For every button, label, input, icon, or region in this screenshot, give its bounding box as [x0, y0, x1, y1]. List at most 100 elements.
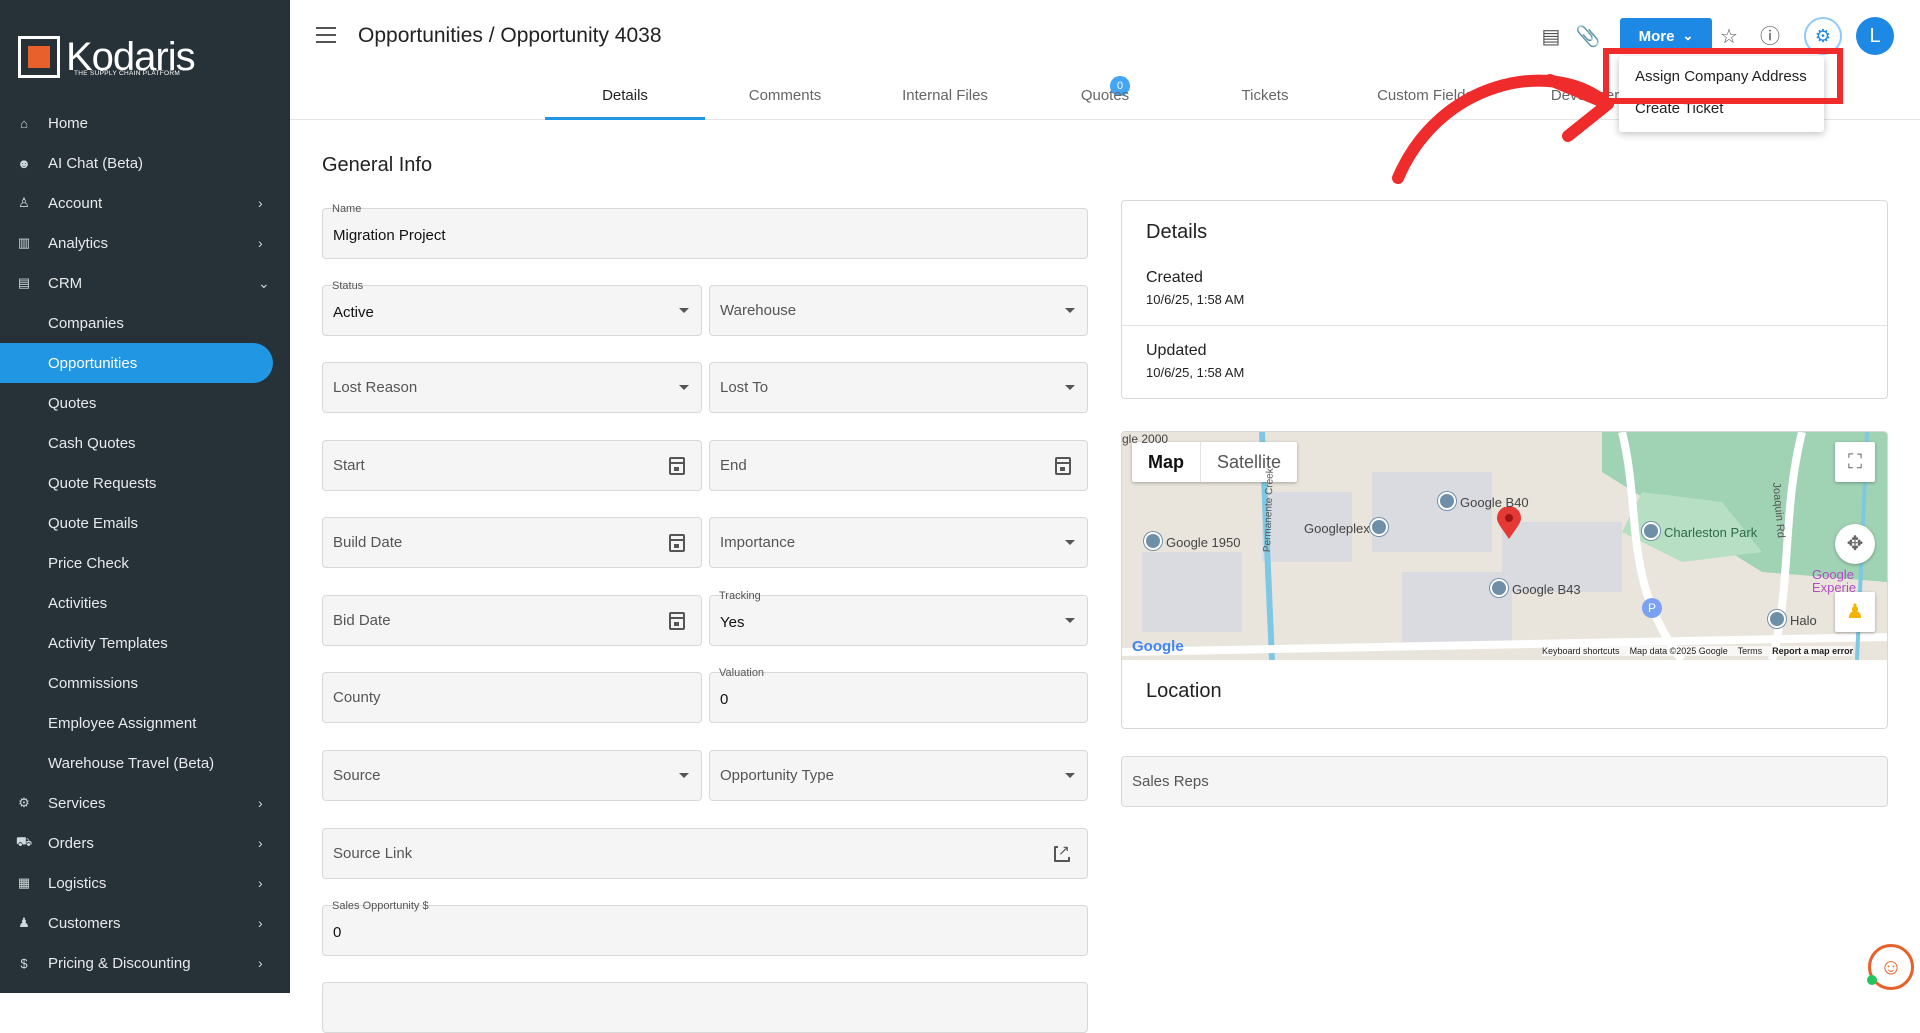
sidebar-item-quote-requests[interactable]: Quote Requests	[0, 463, 290, 503]
sidebar-item-opportunities[interactable]: Opportunities	[0, 343, 273, 383]
sidebar-item-employee-assignment[interactable]: Employee Assignment	[0, 703, 290, 743]
tracking-select[interactable]: Tracking Yes	[709, 590, 1088, 646]
tab-quotes[interactable]: Quotes	[1025, 72, 1185, 120]
sidebar-item-label: Orders	[48, 834, 94, 852]
status-value: Active	[333, 304, 374, 321]
google-map[interactable]: Map Satellite ⛶ ✥ ♟ Google B40 Google 19…	[1122, 432, 1887, 660]
terms-link[interactable]: Terms	[1738, 646, 1763, 656]
report-map-error-link[interactable]: Report a map error	[1772, 646, 1853, 656]
tracking-label: Tracking	[719, 590, 761, 602]
open-in-new-icon[interactable]	[1054, 843, 1070, 862]
sidebar-item-cash-quotes[interactable]: Cash Quotes	[0, 423, 290, 463]
chat-widget-icon[interactable]: ☺	[1867, 944, 1914, 990]
sidebar-item-crm[interactable]: ▤ CRM ⌄	[0, 263, 290, 303]
sidebar-item-label: Logistics	[48, 874, 107, 892]
user-avatar[interactable]: L	[1856, 17, 1894, 55]
map-data-text: Map data ©2025 Google	[1629, 646, 1728, 656]
map-type-map-button[interactable]: Map	[1132, 442, 1200, 482]
dropdown-arrow-icon	[1065, 308, 1075, 313]
kodaris-logo[interactable]: Kodaris THE SUPPLY CHAIN PLATFORM	[18, 36, 196, 78]
source-link-placeholder: Source Link	[333, 845, 413, 862]
menu-toggle-icon[interactable]	[316, 27, 336, 43]
dollar-icon: $	[20, 955, 28, 971]
star-icon[interactable]: ☆	[1716, 24, 1742, 50]
tab-tickets[interactable]: Tickets	[1185, 72, 1345, 120]
help-icon[interactable]: ⓘ	[1757, 24, 1783, 50]
opportunity-type-select[interactable]: Opportunity Type	[709, 750, 1088, 801]
sidebar-item-companies[interactable]: Companies	[0, 303, 290, 343]
created-value: 10/6/25, 1:58 AM	[1146, 292, 1245, 307]
sidebar-item-warehouse-travel-beta[interactable]: Warehouse Travel (Beta)	[0, 743, 290, 783]
valuation-field[interactable]: Valuation 0	[709, 667, 1088, 723]
sidebar-item-commissions[interactable]: Commissions	[0, 663, 290, 703]
poi-charleston-park[interactable]: Charleston Park	[1642, 522, 1757, 540]
annotation-arrow	[1392, 74, 1614, 184]
start-date-field[interactable]: Start	[322, 440, 702, 491]
sidebar: Kodaris THE SUPPLY CHAIN PLATFORM ⌂ Home ☻…	[0, 0, 290, 993]
sidebar-item-account[interactable]: ♙ Account ›	[0, 183, 290, 223]
county-field[interactable]: County	[322, 672, 702, 723]
calendar-icon[interactable]	[669, 457, 685, 475]
poi-googleplex[interactable]: Googleplex	[1304, 518, 1392, 536]
sidebar-item-label: Companies	[48, 314, 124, 332]
sidebar-item-price-check[interactable]: Price Check	[0, 543, 290, 583]
sidebar-item-label: Quote Emails	[48, 514, 139, 532]
importance-select[interactable]: Importance	[709, 517, 1088, 568]
status-select[interactable]: Status Active	[322, 280, 702, 336]
keyboard-shortcuts-link[interactable]: Keyboard shortcuts	[1542, 646, 1620, 656]
chevron-right-icon: ›	[258, 875, 263, 891]
bid-date-field[interactable]: Bid Date	[322, 595, 702, 646]
location-pin-icon[interactable]	[1497, 506, 1521, 539]
poi-halo[interactable]: Halo	[1768, 610, 1817, 628]
google-logo: Google	[1132, 638, 1184, 655]
calendar-icon[interactable]	[669, 612, 685, 630]
sidebar-item-pricing-discounting[interactable]: $ Pricing & Discounting ›	[0, 943, 290, 983]
lost-to-select[interactable]: Lost To	[709, 362, 1088, 413]
sidebar-item-activity-templates[interactable]: Activity Templates	[0, 623, 290, 663]
sidebar-item-quote-emails[interactable]: Quote Emails	[0, 503, 290, 543]
lost-reason-placeholder: Lost Reason	[333, 379, 418, 396]
analytics-icon: ▥	[17, 235, 31, 250]
camera-control-icon[interactable]: ✥	[1835, 524, 1875, 564]
robot-icon: ☻	[17, 155, 31, 171]
sidebar-item-logistics[interactable]: ▦ Logistics ›	[0, 863, 290, 903]
sidebar-item-customers[interactable]: ♟ Customers ›	[0, 903, 290, 943]
sidebar-item-orders[interactable]: ⛟ Orders ›	[0, 823, 290, 863]
sidebar-item-label: Quotes	[48, 394, 97, 412]
poi-google-experience[interactable]: Google Experie	[1812, 568, 1872, 594]
sales-opportunity-label: Sales Opportunity $	[332, 900, 429, 912]
sidebar-item-home[interactable]: ⌂ Home	[0, 103, 290, 143]
next-field[interactable]	[322, 982, 1088, 1033]
sidebar-item-label: AI Chat (Beta)	[48, 154, 144, 172]
pegman-icon[interactable]: ♟	[1835, 592, 1875, 632]
sidebar-item-quotes[interactable]: Quotes	[0, 383, 290, 423]
sidebar-item-ai-chat-beta[interactable]: ☻ AI Chat (Beta)	[0, 143, 290, 183]
warehouse-select[interactable]: Warehouse	[709, 285, 1088, 336]
poi-google-b43[interactable]: Google B43	[1490, 579, 1581, 597]
sidebar-item-analytics[interactable]: ▥ Analytics ›	[0, 223, 290, 263]
source-link-field[interactable]: Source Link	[322, 828, 1088, 879]
dropdown-arrow-icon	[1065, 618, 1075, 623]
build-date-field[interactable]: Build Date	[322, 517, 702, 568]
map-attribution: Keyboard shortcuts Map data ©2025 Google…	[1542, 646, 1854, 656]
sidebar-item-label: Cash Quotes	[48, 434, 136, 452]
name-field[interactable]: Name Migration Project	[322, 203, 1088, 259]
fullscreen-icon[interactable]: ⛶	[1835, 442, 1875, 482]
poi-google-1950[interactable]: Google 1950	[1144, 532, 1240, 550]
lost-reason-select[interactable]: Lost Reason	[322, 362, 702, 413]
map-type-satellite-button[interactable]: Satellite	[1200, 442, 1297, 482]
bid-date-placeholder: Bid Date	[333, 612, 391, 629]
sales-reps-field[interactable]: Sales Reps	[1121, 756, 1888, 807]
calendar-icon[interactable]	[669, 534, 685, 552]
details-card: Details Created 10/6/25, 1:58 AM Updated…	[1121, 200, 1888, 399]
sidebar-item-services[interactable]: ⚙ Services ›	[0, 783, 290, 823]
tab-details[interactable]: Details	[545, 72, 705, 120]
sidebar-item-activities[interactable]: Activities	[0, 583, 290, 623]
tab-internal-files[interactable]: Internal Files	[865, 72, 1025, 120]
sales-opportunity-field[interactable]: Sales Opportunity $ 0	[322, 900, 1088, 956]
tab-comments[interactable]: Comments	[705, 72, 865, 120]
source-select[interactable]: Source	[322, 750, 702, 801]
sidebar-item-label: Account	[48, 194, 103, 212]
calendar-icon[interactable]	[1055, 457, 1071, 475]
end-date-field[interactable]: End	[709, 440, 1088, 491]
